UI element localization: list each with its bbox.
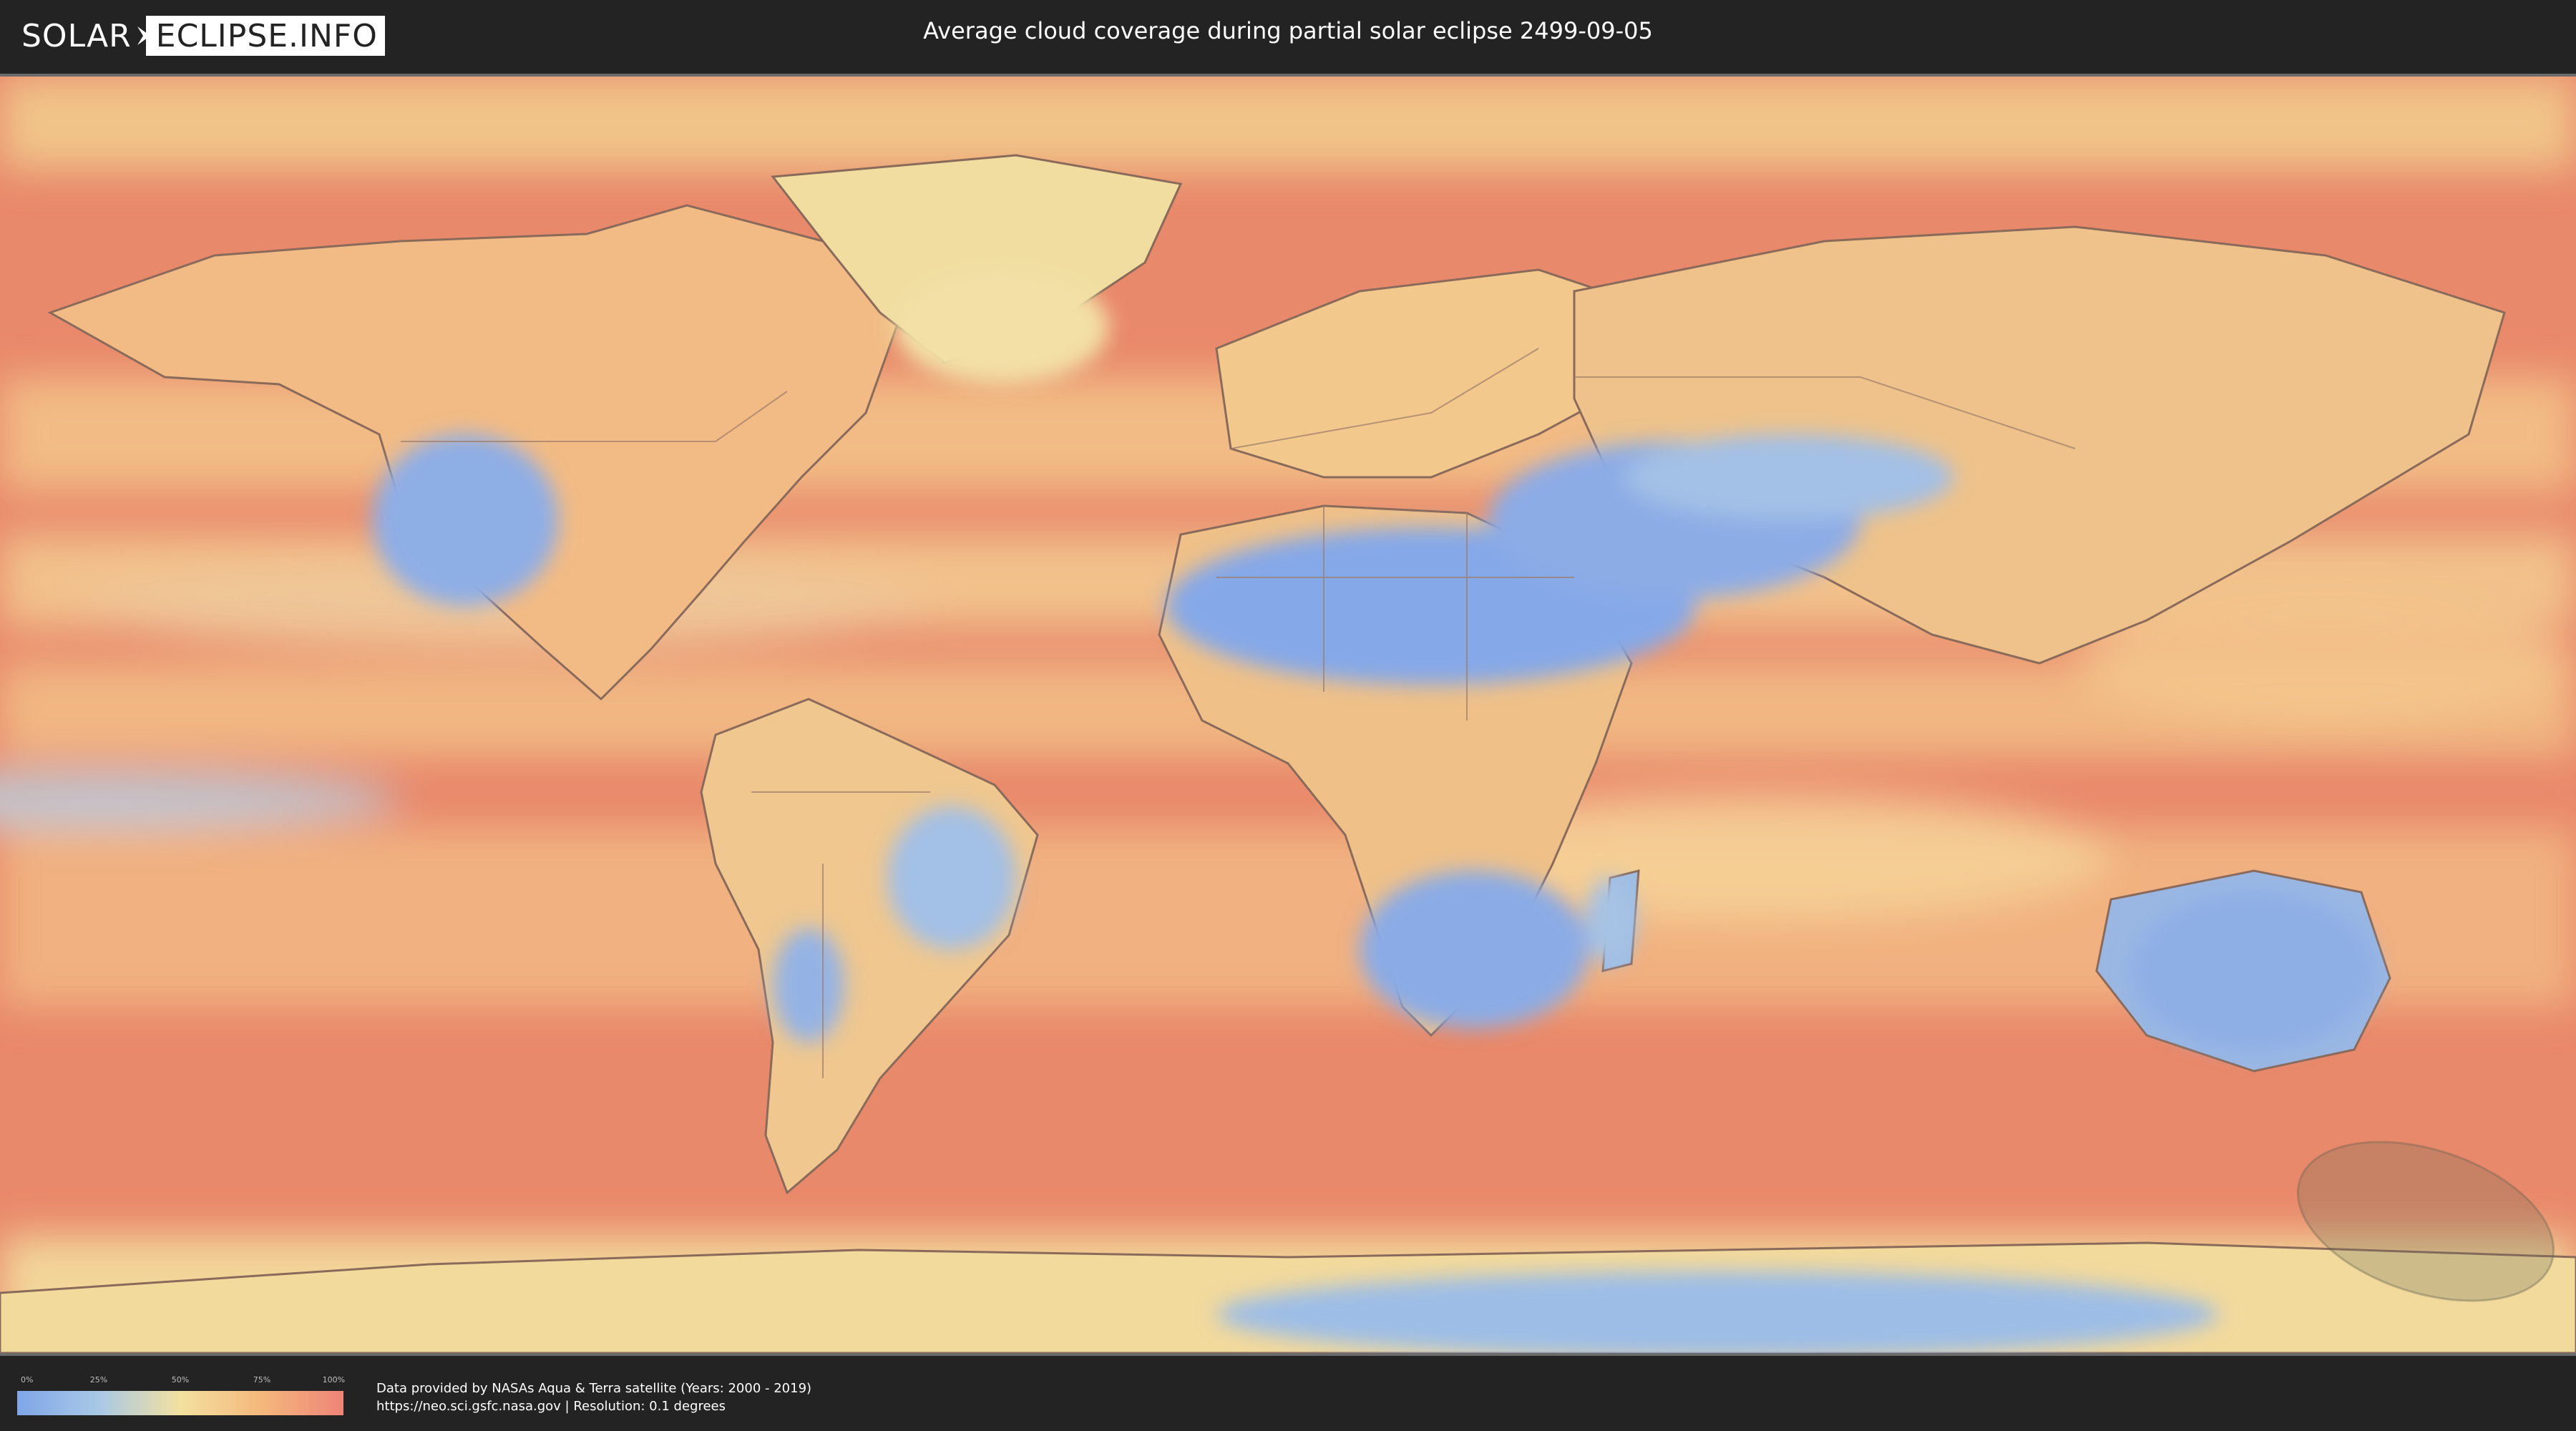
scale-tick-75: 75% bbox=[253, 1375, 271, 1384]
scale-tick-0: 0% bbox=[20, 1375, 34, 1384]
scale-ticks: 0% 25% 50% 75% 100% bbox=[17, 1375, 346, 1388]
scale-tick-100: 100% bbox=[322, 1375, 346, 1384]
scale-gradient-bar bbox=[17, 1391, 343, 1415]
credits-line-source: Data provided by NASAs Aqua & Terra sate… bbox=[376, 1381, 812, 1396]
cloud-coverage-scale: 0% 25% 50% 75% 100% bbox=[17, 1375, 346, 1415]
scale-tick-25: 25% bbox=[89, 1375, 108, 1384]
page-title: Average cloud coverage during partial so… bbox=[923, 17, 1653, 44]
cloud-coverage-map[interactable] bbox=[0, 74, 2576, 1356]
scale-tick-50: 50% bbox=[171, 1375, 190, 1384]
world-map-svg bbox=[0, 77, 2576, 1353]
data-credits: Data provided by NASAs Aqua & Terra sate… bbox=[376, 1379, 811, 1415]
header-bar: SOLAR ECLIPSE.INFO Average cloud coverag… bbox=[0, 0, 2576, 72]
credits-line-url[interactable]: https://neo.sci.gsfc.nasa.gov | Resoluti… bbox=[376, 1397, 811, 1415]
eclipse-logo-icon bbox=[137, 26, 150, 45]
